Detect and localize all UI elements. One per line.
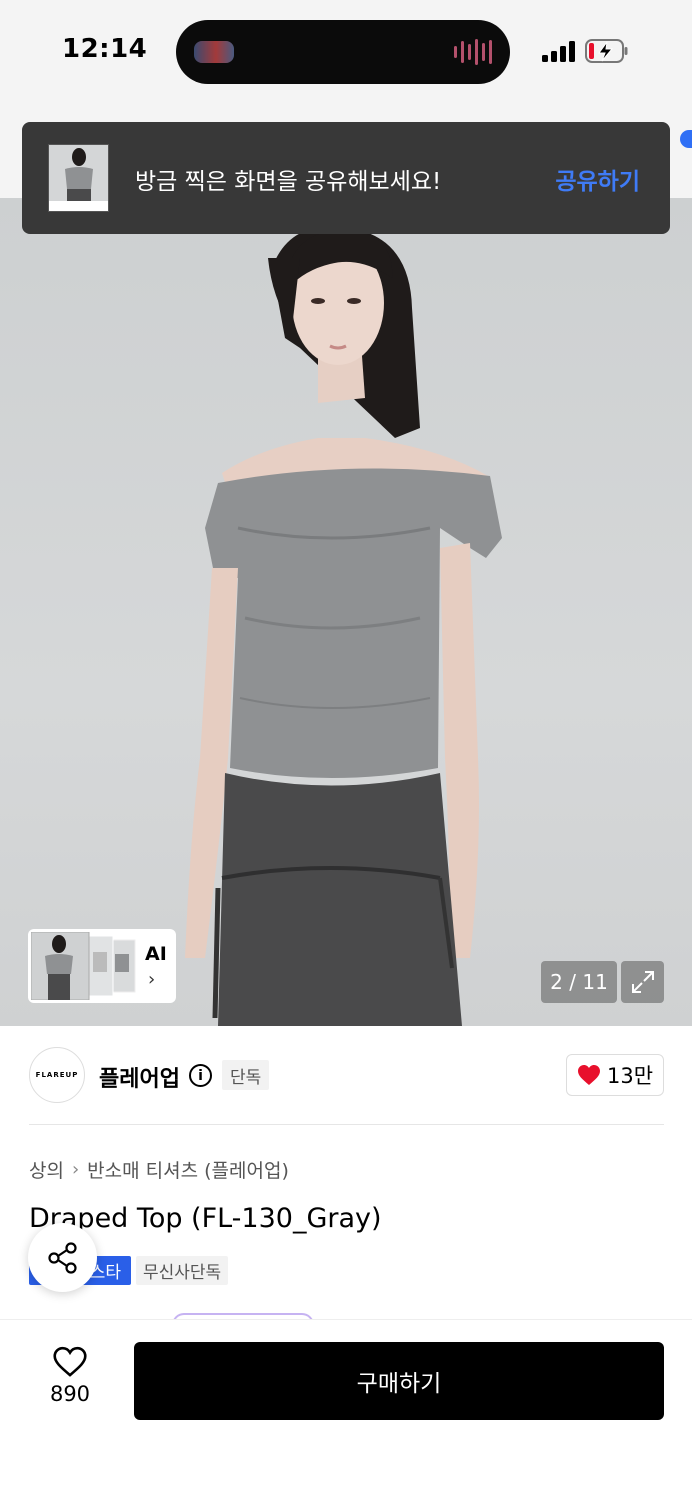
status-bar: 12:14 (0, 0, 692, 110)
ai-label: AI (145, 943, 167, 965)
chevron-right-icon: › (148, 969, 156, 990)
expand-icon (631, 971, 654, 993)
notification-dot (680, 130, 692, 148)
share-button[interactable] (28, 1223, 97, 1292)
bottom-action-bar: 890 구매하기 (0, 1319, 692, 1500)
info-icon[interactable]: i (189, 1064, 212, 1087)
signal-icon (542, 40, 575, 62)
heart-outline-icon (53, 1346, 87, 1377)
brand-name[interactable]: 플레어업 (99, 1061, 180, 1093)
share-now-button[interactable]: 공유하기 (555, 162, 640, 196)
expand-button[interactable] (621, 961, 664, 1003)
share-toast: 방금 찍은 화면을 공유해보세요! 공유하기 (22, 122, 670, 234)
wishlist-button[interactable]: 890 (40, 1346, 100, 1406)
wishlist-count: 890 (49, 1382, 91, 1406)
share-icon (47, 1241, 77, 1274)
audio-wave-icon (454, 38, 492, 66)
screenshot-thumbnail (48, 144, 109, 212)
model-photo (185, 226, 502, 1026)
breadcrumb-category[interactable]: 상의 (29, 1156, 64, 1183)
brand-logo[interactable]: FLAREUP (29, 1047, 85, 1103)
toast-message: 방금 찍은 화면을 공유해보세요! (135, 169, 442, 195)
battery-charging-icon (585, 39, 628, 63)
brand-like-count: 13만 (606, 1064, 654, 1088)
style-thumbnails (31, 932, 136, 1000)
chevron-right-icon: › (71, 1159, 80, 1180)
now-playing-icon (194, 41, 234, 63)
product-image[interactable] (0, 198, 692, 1026)
dynamic-island (176, 20, 510, 84)
heart-filled-icon (577, 1065, 600, 1085)
breadcrumb: 상의 › 반소매 티셔츠 (플레어업) (29, 1156, 289, 1183)
divider (29, 1124, 664, 1125)
breadcrumb-subcategory[interactable]: 반소매 티셔츠 (플레어업) (87, 1156, 289, 1183)
buy-button[interactable]: 구매하기 (134, 1342, 664, 1420)
status-time: 12:14 (62, 34, 148, 64)
exclusive-badge: 단독 (222, 1060, 270, 1090)
brand-like-button[interactable]: 13만 (566, 1054, 664, 1096)
image-counter: 2 / 11 (541, 961, 617, 1003)
ai-styling-button[interactable]: AI › (28, 929, 176, 1003)
musinsa-exclusive-tag: 무신사단독 (136, 1256, 229, 1285)
